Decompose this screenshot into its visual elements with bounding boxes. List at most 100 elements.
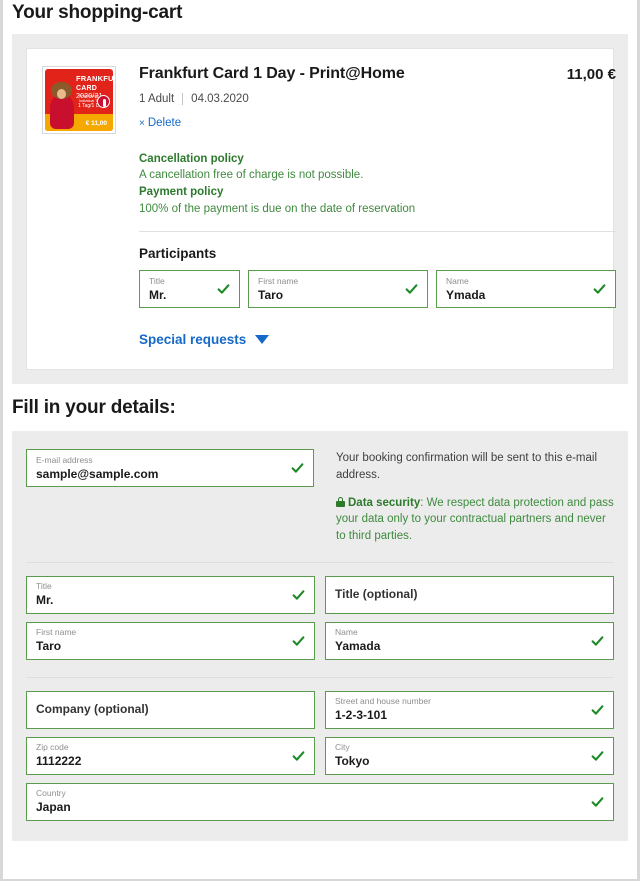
address-group-divider xyxy=(26,677,614,678)
details-title-field[interactable]: Title Mr. xyxy=(26,576,315,614)
cancellation-policy-title: Cancellation policy xyxy=(139,151,616,168)
participant-lastname-field[interactable]: Name Ymada xyxy=(436,270,616,308)
details-title-label: Title xyxy=(36,581,284,592)
product-thumbnail: FRANKFURT CARD 2020/21 Erwachsene Indivi… xyxy=(42,66,116,134)
details-title: Fill in your details: xyxy=(3,384,637,431)
valid-check-icon xyxy=(217,283,230,296)
country-field[interactable]: Country Japan xyxy=(26,783,614,821)
product-title: Frankfurt Card 1 Day - Print@Home xyxy=(139,65,567,83)
details-firstname-value: Taro xyxy=(36,639,284,654)
valid-check-icon xyxy=(292,749,305,762)
details-firstname-field[interactable]: First name Taro xyxy=(26,622,315,660)
cart-item-card: FRANKFURT CARD 2020/21 Erwachsene Indivi… xyxy=(26,48,614,370)
details-academic-title-placeholder: Title (optional) xyxy=(335,587,583,602)
payment-policy-text: 100% of the payment is due on the date o… xyxy=(139,201,616,218)
booking-date: 04.03.2020 xyxy=(191,93,249,105)
email-label: E-mail address xyxy=(36,455,283,466)
card-price-badge: € 11,00 xyxy=(86,121,107,128)
data-security-title: Data security xyxy=(348,497,420,509)
zipcode-value: 1112222 xyxy=(36,754,284,769)
cart-item: FRANKFURT CARD 2020/21 Erwachsene Indivi… xyxy=(42,65,598,349)
passenger-count: 1 Adult xyxy=(139,93,174,105)
valid-check-icon xyxy=(593,283,606,296)
person-face xyxy=(57,89,66,99)
card-brand-line1: FRANKFURT xyxy=(76,75,113,83)
country-label: Country xyxy=(36,788,583,799)
chevron-down-icon xyxy=(255,335,269,344)
card-pictogram-icon xyxy=(97,95,110,108)
details-lastname-field[interactable]: Name Yamada xyxy=(325,622,614,660)
participants-field-row: Title Mr. First name Taro xyxy=(139,270,616,308)
valid-check-icon xyxy=(292,588,305,601)
participant-lastname-label: Name xyxy=(446,276,585,287)
special-requests-toggle[interactable]: Special requests xyxy=(139,332,269,347)
email-row: E-mail address sample@sample.com Your bo… xyxy=(26,449,614,544)
valid-check-icon xyxy=(405,283,418,296)
delete-item-label: Delete xyxy=(148,117,181,129)
email-note-text: Your booking confirmation will be sent t… xyxy=(336,450,614,483)
card-brand-card-word: CARD xyxy=(76,85,97,92)
email-field[interactable]: E-mail address sample@sample.com xyxy=(26,449,314,487)
details-firstname-label: First name xyxy=(36,627,284,638)
payment-policy-title: Payment policy xyxy=(139,184,616,201)
company-field[interactable]: Company (optional) xyxy=(26,691,315,729)
fill-details-section: Fill in your details: E-mail address sam… xyxy=(3,384,637,840)
participant-firstname-value: Taro xyxy=(258,288,397,303)
address-row-1: Company (optional) Street and house numb… xyxy=(26,691,614,729)
city-value: Tokyo xyxy=(335,754,583,769)
delete-item-button[interactable]: × Delete xyxy=(139,117,181,129)
lock-body xyxy=(336,501,345,507)
address-row-3: Country Japan xyxy=(26,783,614,821)
address-row-2: Zip code 1112222 City Tokyo xyxy=(26,737,614,775)
company-placeholder: Company (optional) xyxy=(36,702,284,717)
policy-divider xyxy=(139,231,616,232)
valid-check-icon xyxy=(591,634,604,647)
cart-item-header: Frankfurt Card 1 Day - Print@Home 11,00 … xyxy=(139,65,616,83)
lock-icon xyxy=(336,497,345,507)
product-price: 11,00 € xyxy=(567,65,616,83)
zipcode-field[interactable]: Zip code 1112222 xyxy=(26,737,315,775)
special-requests-label: Special requests xyxy=(139,332,246,347)
meta-divider xyxy=(182,93,183,105)
data-security-note: Data security: We respect data protectio… xyxy=(336,495,614,545)
participant-title-field[interactable]: Title Mr. xyxy=(139,270,240,308)
valid-check-icon xyxy=(591,749,604,762)
cart-item-meta: 1 Adult 04.03.2020 xyxy=(139,93,616,105)
participant-lastname-value: Ymada xyxy=(446,288,585,303)
page-title: Your shopping-cart xyxy=(3,0,637,34)
close-icon: × xyxy=(139,118,145,129)
details-lastname-label: Name xyxy=(335,627,583,638)
details-academic-title-field[interactable]: Title (optional) xyxy=(325,576,614,614)
details-panel: E-mail address sample@sample.com Your bo… xyxy=(12,431,628,840)
participant-firstname-field[interactable]: First name Taro xyxy=(248,270,428,308)
street-label: Street and house number xyxy=(335,696,583,707)
participant-title-value: Mr. xyxy=(149,288,209,303)
name-row-1: Title Mr. Title (optional) xyxy=(26,576,614,614)
details-group-divider xyxy=(26,562,614,563)
street-field[interactable]: Street and house number 1-2-3-101 xyxy=(325,691,614,729)
shopping-cart-section: Your shopping-cart FRANKFURT CARD xyxy=(3,0,637,384)
street-value: 1-2-3-101 xyxy=(335,708,583,723)
frankfurt-card-artwork: FRANKFURT CARD 2020/21 Erwachsene Indivi… xyxy=(45,69,113,131)
valid-check-icon xyxy=(292,634,305,647)
participant-firstname-label: First name xyxy=(258,276,397,287)
cart-item-body: Frankfurt Card 1 Day - Print@Home 11,00 … xyxy=(116,65,616,349)
valid-check-icon xyxy=(591,795,604,808)
valid-check-icon xyxy=(291,462,304,475)
valid-check-icon xyxy=(591,703,604,716)
cancellation-policy-text: A cancellation free of charge is not pos… xyxy=(139,167,616,184)
person-body xyxy=(50,95,74,129)
cart-panel: FRANKFURT CARD 2020/21 Erwachsene Indivi… xyxy=(12,34,628,384)
email-value: sample@sample.com xyxy=(36,467,283,482)
participants-heading: Participants xyxy=(139,246,616,261)
participant-title-label: Title xyxy=(149,276,209,287)
policies-block: Cancellation policy A cancellation free … xyxy=(139,151,616,218)
name-row-2: First name Taro Name Yamada xyxy=(26,622,614,660)
city-label: City xyxy=(335,742,583,753)
details-lastname-value: Yamada xyxy=(335,639,583,654)
zipcode-label: Zip code xyxy=(36,742,284,753)
email-note-block: Your booking confirmation will be sent t… xyxy=(336,449,614,544)
details-title-value: Mr. xyxy=(36,593,284,608)
card-person-illustration xyxy=(48,80,76,130)
city-field[interactable]: City Tokyo xyxy=(325,737,614,775)
